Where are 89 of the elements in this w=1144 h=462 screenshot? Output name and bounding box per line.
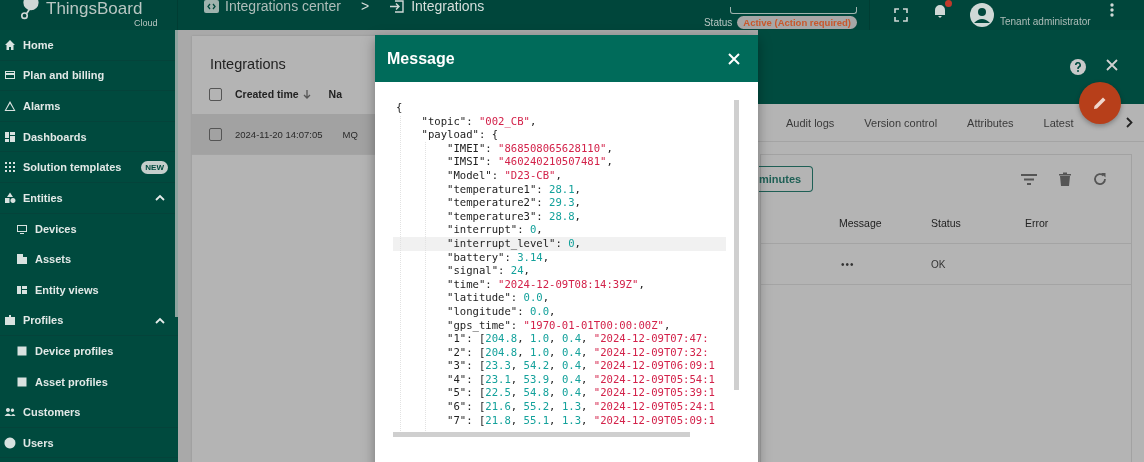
logo-text: ThingsBoard — [46, 0, 143, 18]
tab[interactable]: Audit logs — [786, 116, 835, 129]
sidebar-item[interactable]: Device profiles — [0, 335, 178, 367]
square-icon — [16, 375, 28, 388]
help-icon[interactable] — [1070, 59, 1086, 75]
fullscreen-icon[interactable] — [894, 8, 908, 22]
card-title: Integrations — [209, 55, 287, 74]
sidebar-item[interactable]: Entity views — [0, 274, 178, 306]
column-header[interactable]: Na — [328, 88, 343, 100]
code-line: "IMEI": "868508065628110", — [446, 141, 614, 156]
shapes-icon — [4, 191, 16, 204]
status-chip: Active (Action required) — [737, 16, 857, 29]
table-cell: 2024-11-20 14:07:05 — [235, 128, 323, 140]
avatar-icon[interactable] — [970, 3, 994, 27]
sidebar-item[interactable]: Customers — [0, 397, 178, 428]
filter-icon[interactable] — [1021, 173, 1037, 185]
table-icon — [16, 284, 28, 297]
code-line: "temperature1": 28.1, — [446, 182, 582, 197]
user-role: Tenant administrator — [1000, 15, 1091, 27]
tab[interactable]: Version control — [864, 116, 938, 129]
logo-subtitle: Cloud — [134, 18, 158, 28]
chevron-icon[interactable] — [155, 194, 165, 202]
code-line: "payload": { — [420, 128, 500, 142]
breadcrumb-current: Integrations — [411, 0, 485, 14]
code-line: "time": "2024-12-09T08:14:39Z", — [446, 277, 646, 292]
sidebar-item[interactable]: Devices — [0, 213, 178, 245]
dash-icon — [4, 130, 16, 143]
square-icon — [16, 345, 28, 358]
code-line: "topic": "002_CB", — [420, 114, 538, 129]
breadcrumb-link[interactable]: Integrations center — [225, 0, 341, 14]
column-header: Message — [839, 217, 882, 229]
time-window-button[interactable]: minutes — [759, 166, 814, 192]
code-line: "1": [204.8, 1.0, 0.4, "2024-12-09T07:47: — [446, 332, 710, 346]
refresh-icon[interactable] — [1093, 172, 1107, 186]
breadcrumb-separator: > — [360, 0, 370, 14]
sidebar-item[interactable]: Assets — [0, 244, 178, 275]
sidebar-item[interactable]: Asset profiles — [0, 366, 178, 398]
people-icon — [4, 405, 16, 418]
scrollbar[interactable] — [175, 30, 178, 317]
bell-icon[interactable] — [932, 3, 948, 19]
code-line: "gps_time": "1970-01-01T00:00:00Z", — [446, 318, 672, 333]
code-line: "signal": 24, — [446, 264, 531, 278]
delete-icon[interactable] — [1059, 172, 1071, 186]
code-line: "3": [23.3, 54.2, 0.4, "2024-12-09T06:09:1 — [446, 359, 716, 373]
tab[interactable]: Attributes — [967, 116, 1014, 129]
code-line: "2": [204.8, 1.0, 0.4, "2024-12-09T07:32: — [446, 345, 710, 360]
code-line: "4": [23.1, 53.9, 0.4, "2024-12-09T05:54:1 — [446, 372, 716, 387]
code-line: "longitude": 0.0, — [446, 304, 557, 319]
message-link[interactable]: ••• — [841, 258, 855, 270]
warn-icon — [4, 100, 16, 112]
code-line: "IMSI": "460240210507481", — [446, 155, 614, 169]
scrollbar[interactable] — [393, 432, 690, 437]
sidebar-item[interactable]: Users — [0, 427, 178, 459]
dialog-title: Message — [387, 49, 455, 68]
code-line: "interrupt": 0, — [446, 223, 544, 237]
input-arrow-icon — [389, 0, 406, 13]
tab[interactable]: Latest — [1043, 116, 1074, 129]
code-line: "latitude": 0.0, — [446, 291, 551, 305]
more-icon[interactable] — [1110, 3, 1114, 17]
pencil-icon — [1092, 95, 1108, 111]
badge-icon — [4, 314, 16, 327]
card-icon — [4, 69, 16, 82]
code-line: "5": [22.5, 54.8, 0.4, "2024-12-09T05:39:1 — [446, 386, 716, 401]
column-header: Error — [1025, 217, 1049, 229]
code-line: "7": [21.8, 55.1, 1.3, "2024-12-09T05:09:1 — [446, 413, 716, 428]
table-cell: MQ — [342, 128, 358, 140]
chevron-icon[interactable] — [155, 316, 165, 324]
checkbox[interactable] — [209, 87, 222, 101]
checkbox[interactable] — [209, 127, 222, 141]
status-label: Status — [703, 17, 733, 28]
new-badge: NEW — [141, 160, 168, 174]
code-line: { — [395, 101, 404, 115]
column-header: Status — [931, 217, 961, 229]
code-line: "temperature3": 28.8, — [446, 209, 582, 224]
code-line: "Model": "D23-CB", — [446, 168, 563, 183]
monitor-icon — [16, 222, 28, 235]
home-icon — [4, 38, 16, 51]
column-header[interactable]: Created time — [235, 88, 299, 100]
select-field[interactable] — [730, 7, 857, 14]
code-line: "6": [21.6, 55.2, 1.3, "2024-12-09T05:24:1 — [446, 400, 716, 414]
building-icon — [16, 253, 28, 266]
table-cell: OK — [931, 258, 946, 270]
grid-icon — [4, 161, 16, 174]
scrollbar[interactable] — [734, 100, 739, 390]
chevron-right-icon[interactable] — [1126, 117, 1133, 128]
code-line: "battery": 3.14, — [446, 250, 551, 265]
arrow-down-icon[interactable] — [302, 89, 311, 99]
code-line: "temperature2": 29.3, — [446, 196, 582, 210]
close-icon[interactable] — [1106, 59, 1118, 71]
